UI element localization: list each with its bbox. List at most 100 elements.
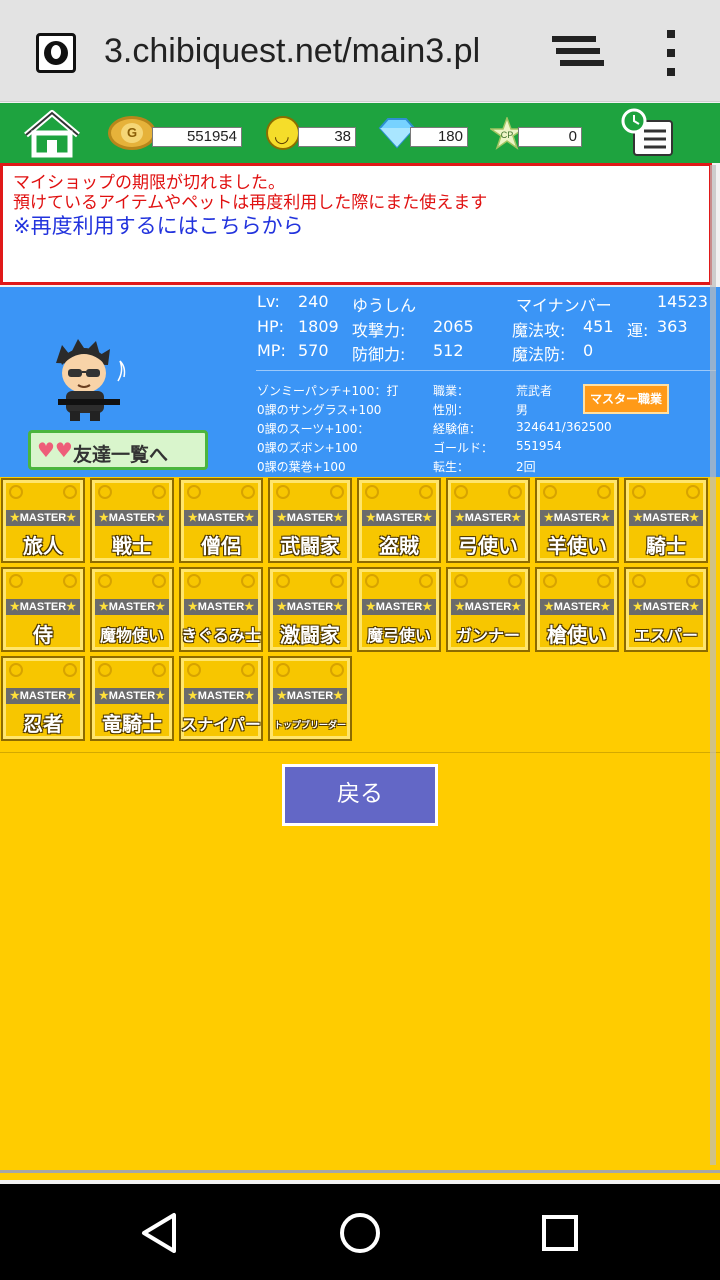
notice-line-2: 預けているアイテムやペットは再度利用した際にまた使えます (13, 193, 488, 213)
ornament-icon (276, 663, 290, 677)
master-badge: ★MASTER★ (540, 599, 614, 615)
equipment-details: ゾンミーパンチ+100：打 0課のサングラス+100 0課のスーツ+100： 0… (0, 287, 720, 477)
scrollbar[interactable] (710, 165, 716, 1165)
master-label: MASTER (19, 690, 67, 702)
job-tile[interactable]: ★MASTER★ 槍使い (535, 567, 619, 652)
star-icon: ★ (422, 512, 433, 524)
ornament-icon (597, 574, 611, 588)
master-label: MASTER (108, 512, 156, 524)
master-label: MASTER (464, 601, 512, 613)
job-name: スナイパー (181, 715, 261, 734)
back-nav-icon[interactable] (139, 1212, 181, 1254)
reuse-shop-link[interactable]: ※再度利用するにはこちらから (13, 213, 699, 239)
star-icon: ★ (276, 690, 287, 702)
star-icon: ★ (187, 601, 198, 613)
equipment-suit: 0課のスーツ+100： (257, 422, 370, 436)
master-badge: ★MASTER★ (95, 599, 169, 615)
url-bar[interactable]: 3.chibiquest.net/main3.pl (104, 32, 512, 71)
ornament-icon (98, 663, 112, 677)
rebirth-label: 転生： (433, 460, 470, 474)
notice-line-1: マイショップの期限が切れました。 (13, 173, 285, 193)
star-icon: ★ (454, 601, 465, 613)
exp-label: 経験値： (433, 422, 482, 436)
ornament-icon (686, 574, 700, 588)
log-icon[interactable] (620, 107, 678, 159)
job-label: 職業： (433, 384, 470, 398)
ornament-icon (152, 485, 166, 499)
job-tile[interactable]: ★MASTER★ 武闘家 (268, 478, 352, 563)
ornament-icon (63, 663, 77, 677)
ornament-icon (632, 485, 646, 499)
master-label: MASTER (197, 512, 245, 524)
recents-nav-icon[interactable] (539, 1212, 581, 1254)
master-badge: ★MASTER★ (362, 510, 436, 526)
job-tile[interactable]: ★MASTER★ 忍者 (1, 656, 85, 741)
star-icon: ★ (155, 601, 166, 613)
job-name: 騎士 (646, 534, 686, 558)
star-icon: ★ (511, 512, 522, 524)
job-tile[interactable]: ★MASTER★ トップブリーダー (268, 656, 352, 741)
ornament-icon (187, 663, 201, 677)
ornament-icon (152, 574, 166, 588)
gender-label: 性別： (433, 403, 470, 417)
ornament-icon (330, 485, 344, 499)
ornament-icon (187, 485, 201, 499)
job-tile[interactable]: ★MASTER★ 魔物使い (90, 567, 174, 652)
game-header: G 551954 38 180 CP 0 (0, 103, 720, 163)
job-name: きぐるみ士 (181, 626, 261, 645)
job-tile[interactable]: ★MASTER★ エスパー (624, 567, 708, 652)
job-tile[interactable]: ★MASTER★ 騎士 (624, 478, 708, 563)
job-tile[interactable]: ★MASTER★ 魔弓使い (357, 567, 441, 652)
system-navigation-bar (0, 1184, 720, 1280)
job-tile[interactable]: ★MASTER★ きぐるみ士 (179, 567, 263, 652)
master-label: MASTER (286, 690, 334, 702)
star-icon: ★ (333, 512, 344, 524)
master-badge: ★MASTER★ (451, 510, 525, 526)
ornament-icon (508, 574, 522, 588)
star-icon: ★ (187, 512, 198, 524)
star-icon: ★ (9, 690, 20, 702)
ornament-icon (543, 574, 557, 588)
job-tile[interactable]: ★MASTER★ 侍 (1, 567, 85, 652)
master-label: MASTER (553, 601, 601, 613)
star-icon: ★ (632, 601, 643, 613)
star-icon: ★ (333, 601, 344, 613)
job-tile[interactable]: ★MASTER★ 羊使い (535, 478, 619, 563)
master-badge: ★MASTER★ (95, 688, 169, 704)
ornament-icon (454, 574, 468, 588)
job-tile[interactable]: ★MASTER★ 弓使い (446, 478, 530, 563)
master-label: MASTER (19, 512, 67, 524)
job-tile[interactable]: ★MASTER★ ガンナー (446, 567, 530, 652)
star-icon: ★ (276, 512, 287, 524)
home-icon[interactable] (20, 107, 84, 159)
star-icon: ★ (187, 690, 198, 702)
back-button[interactable]: 戻る (282, 764, 438, 826)
ornament-icon (9, 574, 23, 588)
profile-panel: Lv: 240 ゆうしん マイナンバー 14523 HP: 1809 攻撃力: … (0, 287, 720, 477)
master-badge: ★MASTER★ (6, 599, 80, 615)
tabs-icon[interactable] (552, 34, 604, 70)
site-info-icon[interactable] (36, 33, 76, 73)
job-name: 魔物使い (99, 626, 164, 645)
job-tile[interactable]: ★MASTER★ 盗賊 (357, 478, 441, 563)
master-job-button[interactable]: マスター職業 (583, 384, 669, 414)
job-tile[interactable]: ★MASTER★ 旅人 (1, 478, 85, 563)
star-icon: ★ (66, 690, 77, 702)
job-tile[interactable]: ★MASTER★ スナイパー (179, 656, 263, 741)
ornament-icon (330, 663, 344, 677)
star-icon: ★ (98, 601, 109, 613)
job-name: 武闘家 (280, 534, 340, 558)
job-name: 羊使い (547, 534, 607, 558)
job-tile[interactable]: ★MASTER★ 戦士 (90, 478, 174, 563)
job-tile[interactable]: ★MASTER★ 僧侶 (179, 478, 263, 563)
master-badge: ★MASTER★ (273, 688, 347, 704)
overflow-menu-icon[interactable] (664, 30, 678, 76)
star-icon: ★ (98, 690, 109, 702)
star-icon: ★ (632, 512, 643, 524)
job-name: 盗賊 (379, 534, 419, 558)
gold-coin-icon: G (108, 116, 156, 150)
job-tile[interactable]: ★MASTER★ 激闘家 (268, 567, 352, 652)
job-tile[interactable]: ★MASTER★ 竜騎士 (90, 656, 174, 741)
home-nav-icon[interactable] (339, 1212, 381, 1254)
star-icon: ★ (98, 512, 109, 524)
